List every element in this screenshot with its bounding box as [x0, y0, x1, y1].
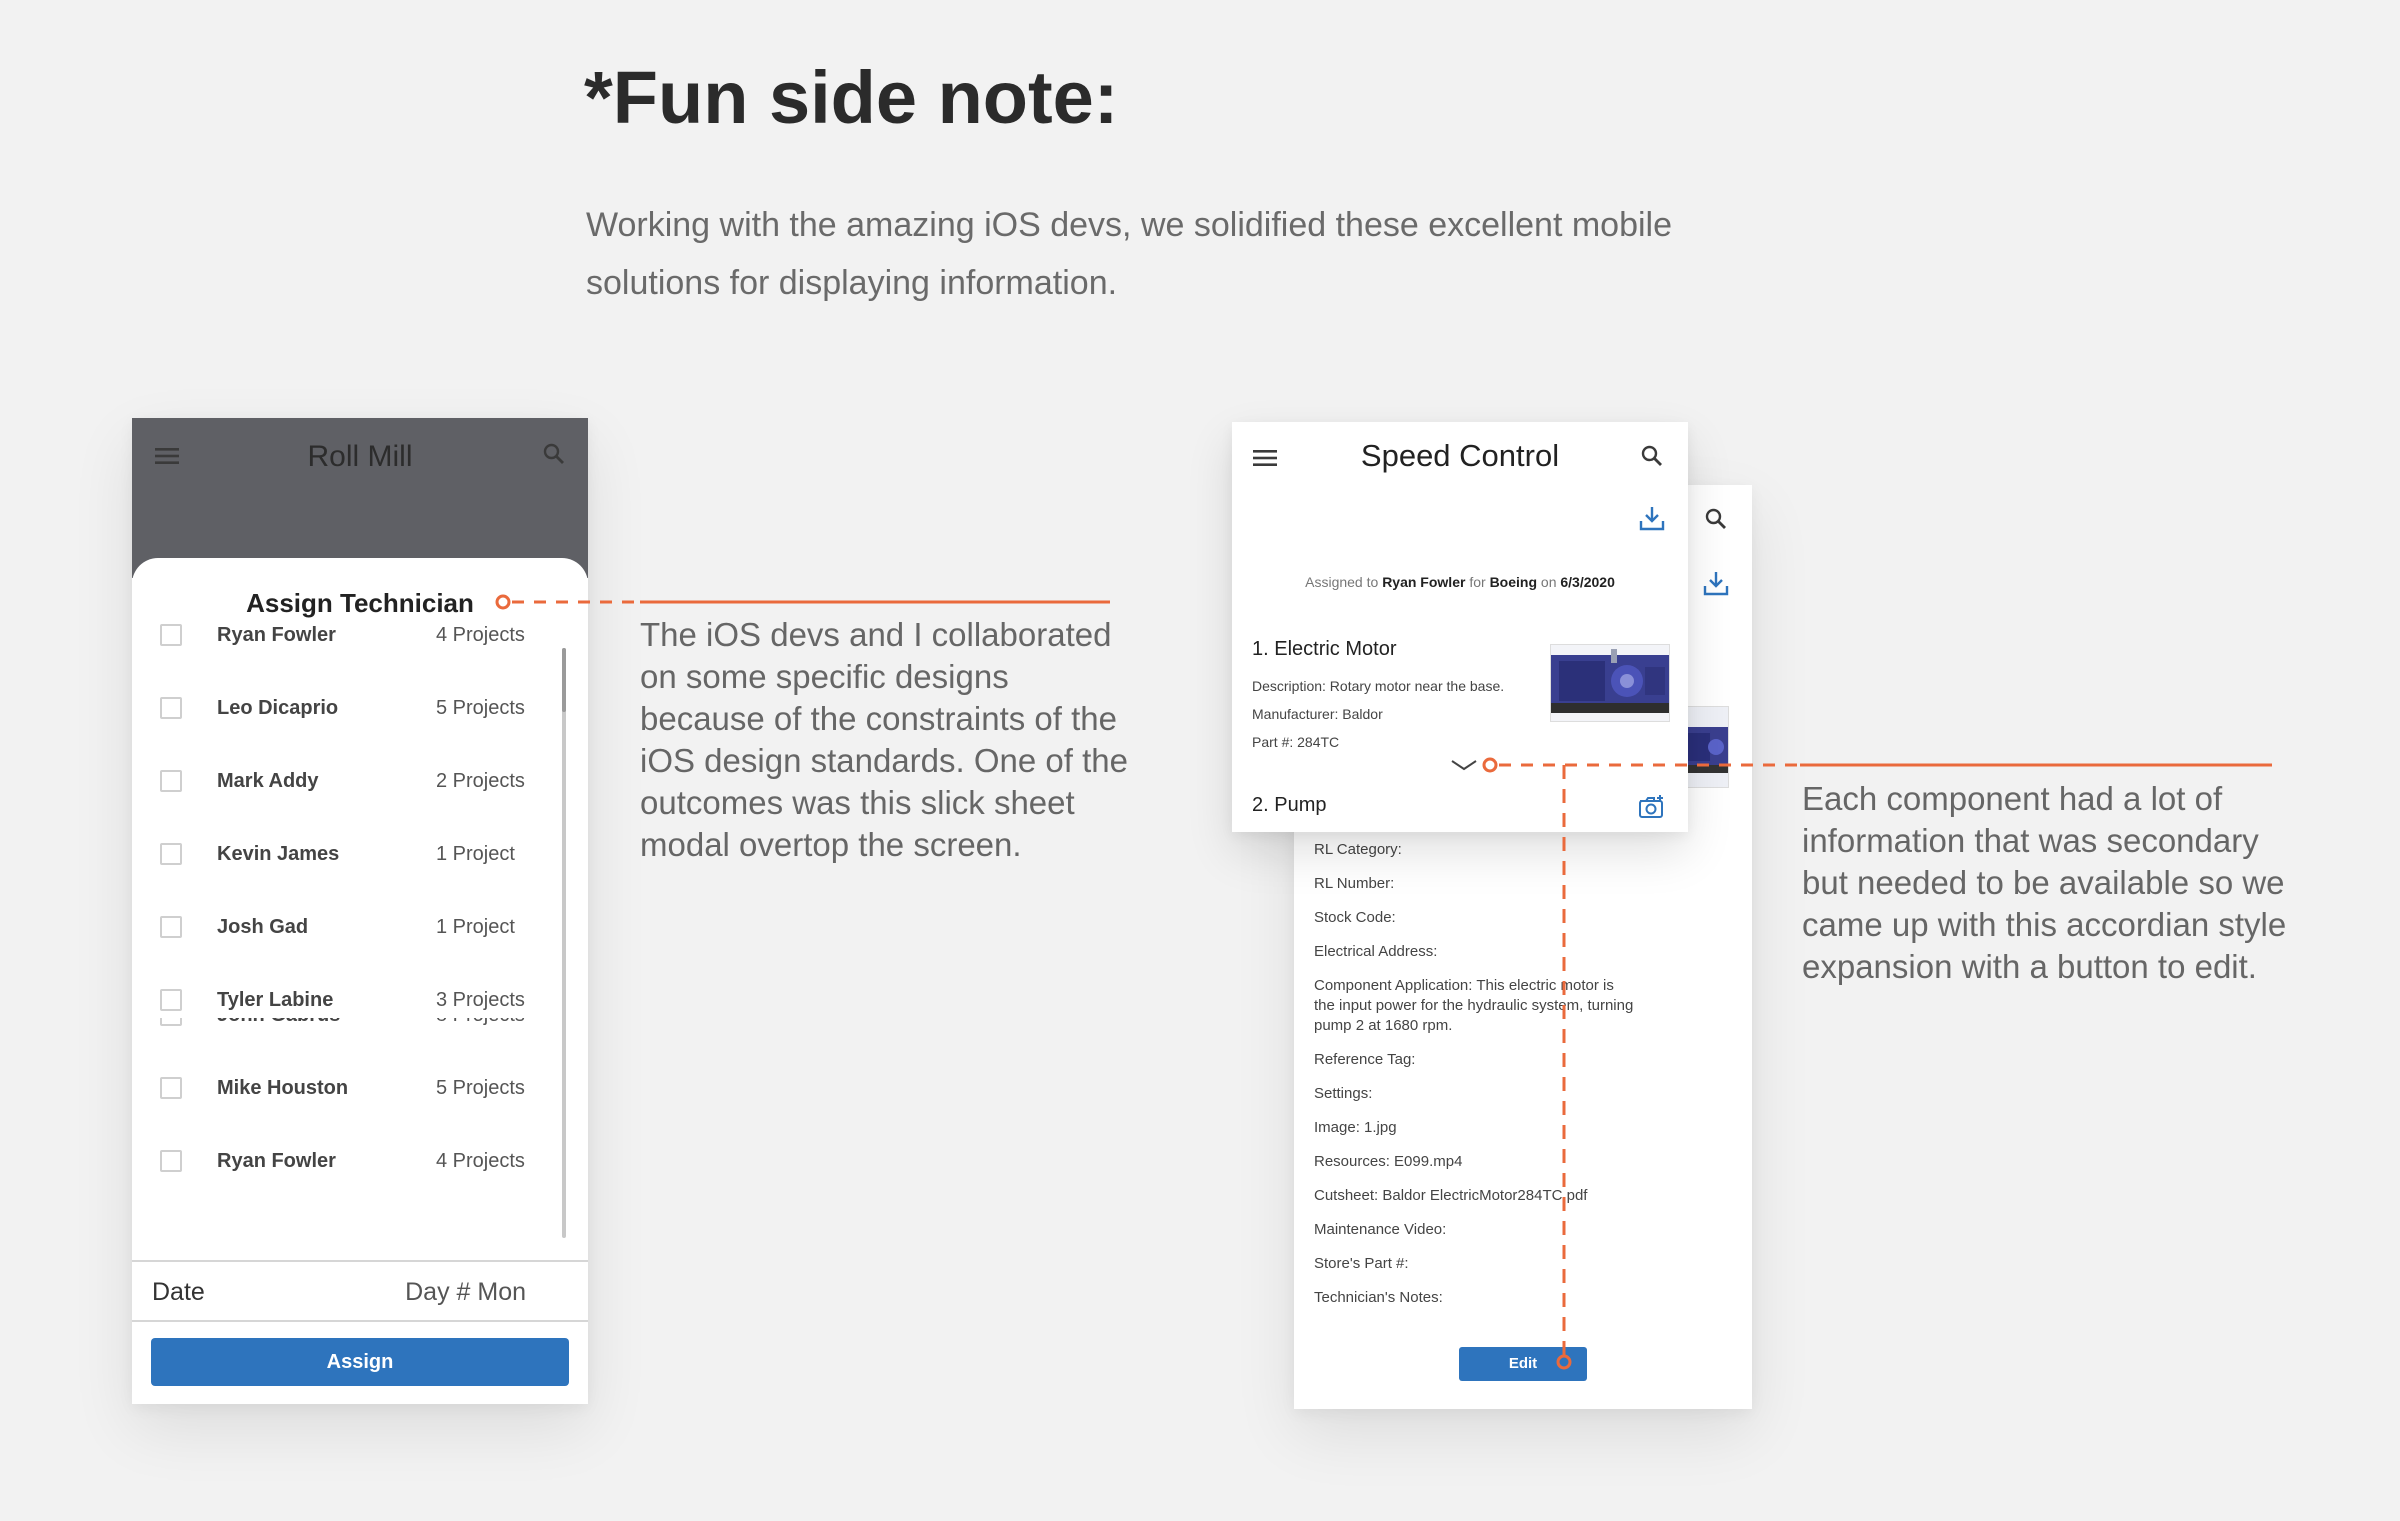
detail-item: Stock Code: [1314, 909, 1396, 926]
technician-project-count: 1 Project [436, 916, 515, 938]
assigned-company: Boeing [1489, 574, 1538, 590]
technician-checkbox[interactable] [160, 1018, 182, 1026]
technician-name: Ryan Fowler [217, 1150, 336, 1172]
right-description: Each component had a lot of information … [1802, 780, 2287, 985]
technician-checkbox[interactable] [160, 843, 182, 865]
search-icon[interactable] [1640, 444, 1664, 468]
chevron-down-icon[interactable] [1450, 758, 1478, 772]
left-description: The iOS devs and I collaborated on some … [640, 616, 1128, 863]
technician-row[interactable]: Mark Addy 2 Projects [132, 762, 588, 802]
component-image[interactable] [1550, 644, 1670, 722]
date-label: Date [152, 1278, 205, 1306]
technician-name: Leo Dicaprio [217, 697, 339, 719]
list-scrollbar[interactable] [562, 648, 566, 1238]
search-icon[interactable] [1704, 507, 1728, 531]
technician-project-count: 4 Projects [436, 624, 525, 646]
intro-text: Working with the amazing iOS devs, we so… [586, 206, 1673, 302]
technician-project-count: 5 Projects [436, 697, 525, 719]
app-title: Roll Mill [307, 440, 413, 473]
technician-row[interactable]: Leo Dicaprio 5 Projects [132, 689, 588, 729]
add-photo-icon[interactable] [1638, 794, 1666, 820]
technician-name: John Gabrus [217, 1018, 340, 1027]
technician-checkbox[interactable] [160, 1077, 182, 1099]
technician-checkbox[interactable] [160, 1150, 182, 1172]
technician-row[interactable]: Ryan Fowler 4 Projects [132, 1142, 588, 1182]
app-bar: Roll Mill [132, 418, 588, 578]
technician-checkbox[interactable] [160, 916, 182, 938]
screen-title: Speed Control [1360, 438, 1560, 473]
detail-item: RL Category: [1314, 841, 1402, 858]
page-title: *Fun side note: [584, 56, 1119, 139]
phone-mockup-speed-control: Speed Control Assigned to Ryan Fowler fo… [1232, 422, 1688, 832]
technician-name: Kevin James [217, 843, 340, 865]
detail-item: Resources: E099.mp4 [1314, 1153, 1463, 1170]
component-description: Description: Rotary motor near the base. [1252, 678, 1505, 694]
assigned-on: on [1540, 574, 1557, 590]
technician-name: Mark Addy [217, 770, 319, 792]
assignment-summary: Assigned to Ryan Fowler for Boeing on 6/… [1232, 574, 1688, 590]
technician-name: Josh Gad [217, 916, 309, 938]
technician-row[interactable]: Josh Gad 1 Project [132, 908, 588, 948]
component-detail-list: RL Category: RL Number: Stock Code: Elec… [1314, 840, 1634, 1322]
callout-assign-sheet [495, 594, 1110, 610]
technician-name: Ryan Fowler [217, 624, 336, 646]
detail-item: Component Application: This electric mot… [1314, 977, 1634, 1034]
technician-name: Mike Houston [217, 1077, 349, 1099]
detail-item: Technician's Notes: [1314, 1289, 1443, 1306]
component-manufacturer: Manufacturer: Baldor [1252, 706, 1383, 722]
technician-row[interactable]: John Gabrus 8 Projects [132, 1018, 588, 1036]
technician-checkbox[interactable] [160, 624, 182, 646]
detail-item: Image: 1.jpg [1314, 1119, 1397, 1136]
assigned-date: 6/3/2020 [1560, 574, 1615, 590]
detail-item: Maintenance Video: [1314, 1221, 1447, 1238]
date-picker-row[interactable]: Date Day # Mon [132, 1260, 588, 1322]
sheet-title: Assign Technician [246, 588, 474, 618]
detail-item: Store's Part #: [1314, 1255, 1409, 1272]
technician-checkbox[interactable] [160, 770, 182, 792]
download-icon[interactable] [1638, 504, 1666, 532]
date-value[interactable]: Day # Mon [405, 1278, 526, 1307]
technician-project-count: 3 Projects [436, 989, 525, 1011]
technician-row[interactable]: Tyler Labine 3 Projects [132, 981, 588, 1018]
detail-item: Electrical Address: [1314, 943, 1438, 960]
edit-button[interactable]: Edit [1459, 1347, 1587, 1381]
technician-name: Tyler Labine [217, 989, 334, 1011]
detail-item: Reference Tag: [1314, 1051, 1416, 1068]
technician-project-count: 5 Projects [436, 1077, 525, 1099]
component-part-number: Part #: 284TC [1252, 734, 1340, 750]
detail-item: RL Number: [1314, 875, 1395, 892]
detail-item: Settings: [1314, 1085, 1373, 1102]
assigned-prefix: Assigned to [1305, 574, 1379, 590]
technician-project-count: 8 Projects [436, 1018, 525, 1027]
technician-row[interactable]: Kevin James 1 Project [132, 835, 588, 875]
phone-mockup-assign: Roll Mill Assign Technician Ryan Fowler … [132, 418, 588, 1404]
technician-checkbox[interactable] [160, 697, 182, 719]
technician-list: Ryan Fowler 4 Projects Leo Dicaprio 5 Pr… [132, 616, 588, 1018]
component-title[interactable]: 1. Electric Motor [1252, 638, 1396, 661]
search-icon[interactable] [542, 442, 566, 466]
assign-button[interactable]: Assign [151, 1338, 569, 1386]
technician-project-count: 1 Project [436, 843, 515, 865]
technician-project-count: 4 Projects [436, 1150, 525, 1172]
assigned-for: for [1469, 574, 1486, 590]
download-icon[interactable] [1702, 569, 1730, 597]
assigned-technician: Ryan Fowler [1382, 574, 1466, 590]
technician-row[interactable]: Mike Houston 5 Projects [132, 1069, 588, 1109]
technician-project-count: 2 Projects [436, 770, 525, 792]
technician-row[interactable]: Ryan Fowler 4 Projects [132, 616, 588, 656]
scrollbar-thumb[interactable] [562, 648, 566, 712]
technician-checkbox[interactable] [160, 989, 182, 1011]
detail-item: Cutsheet: Baldor ElectricMotor284TC.pdf [1314, 1187, 1588, 1204]
component-title[interactable]: 2. Pump [1252, 794, 1326, 817]
